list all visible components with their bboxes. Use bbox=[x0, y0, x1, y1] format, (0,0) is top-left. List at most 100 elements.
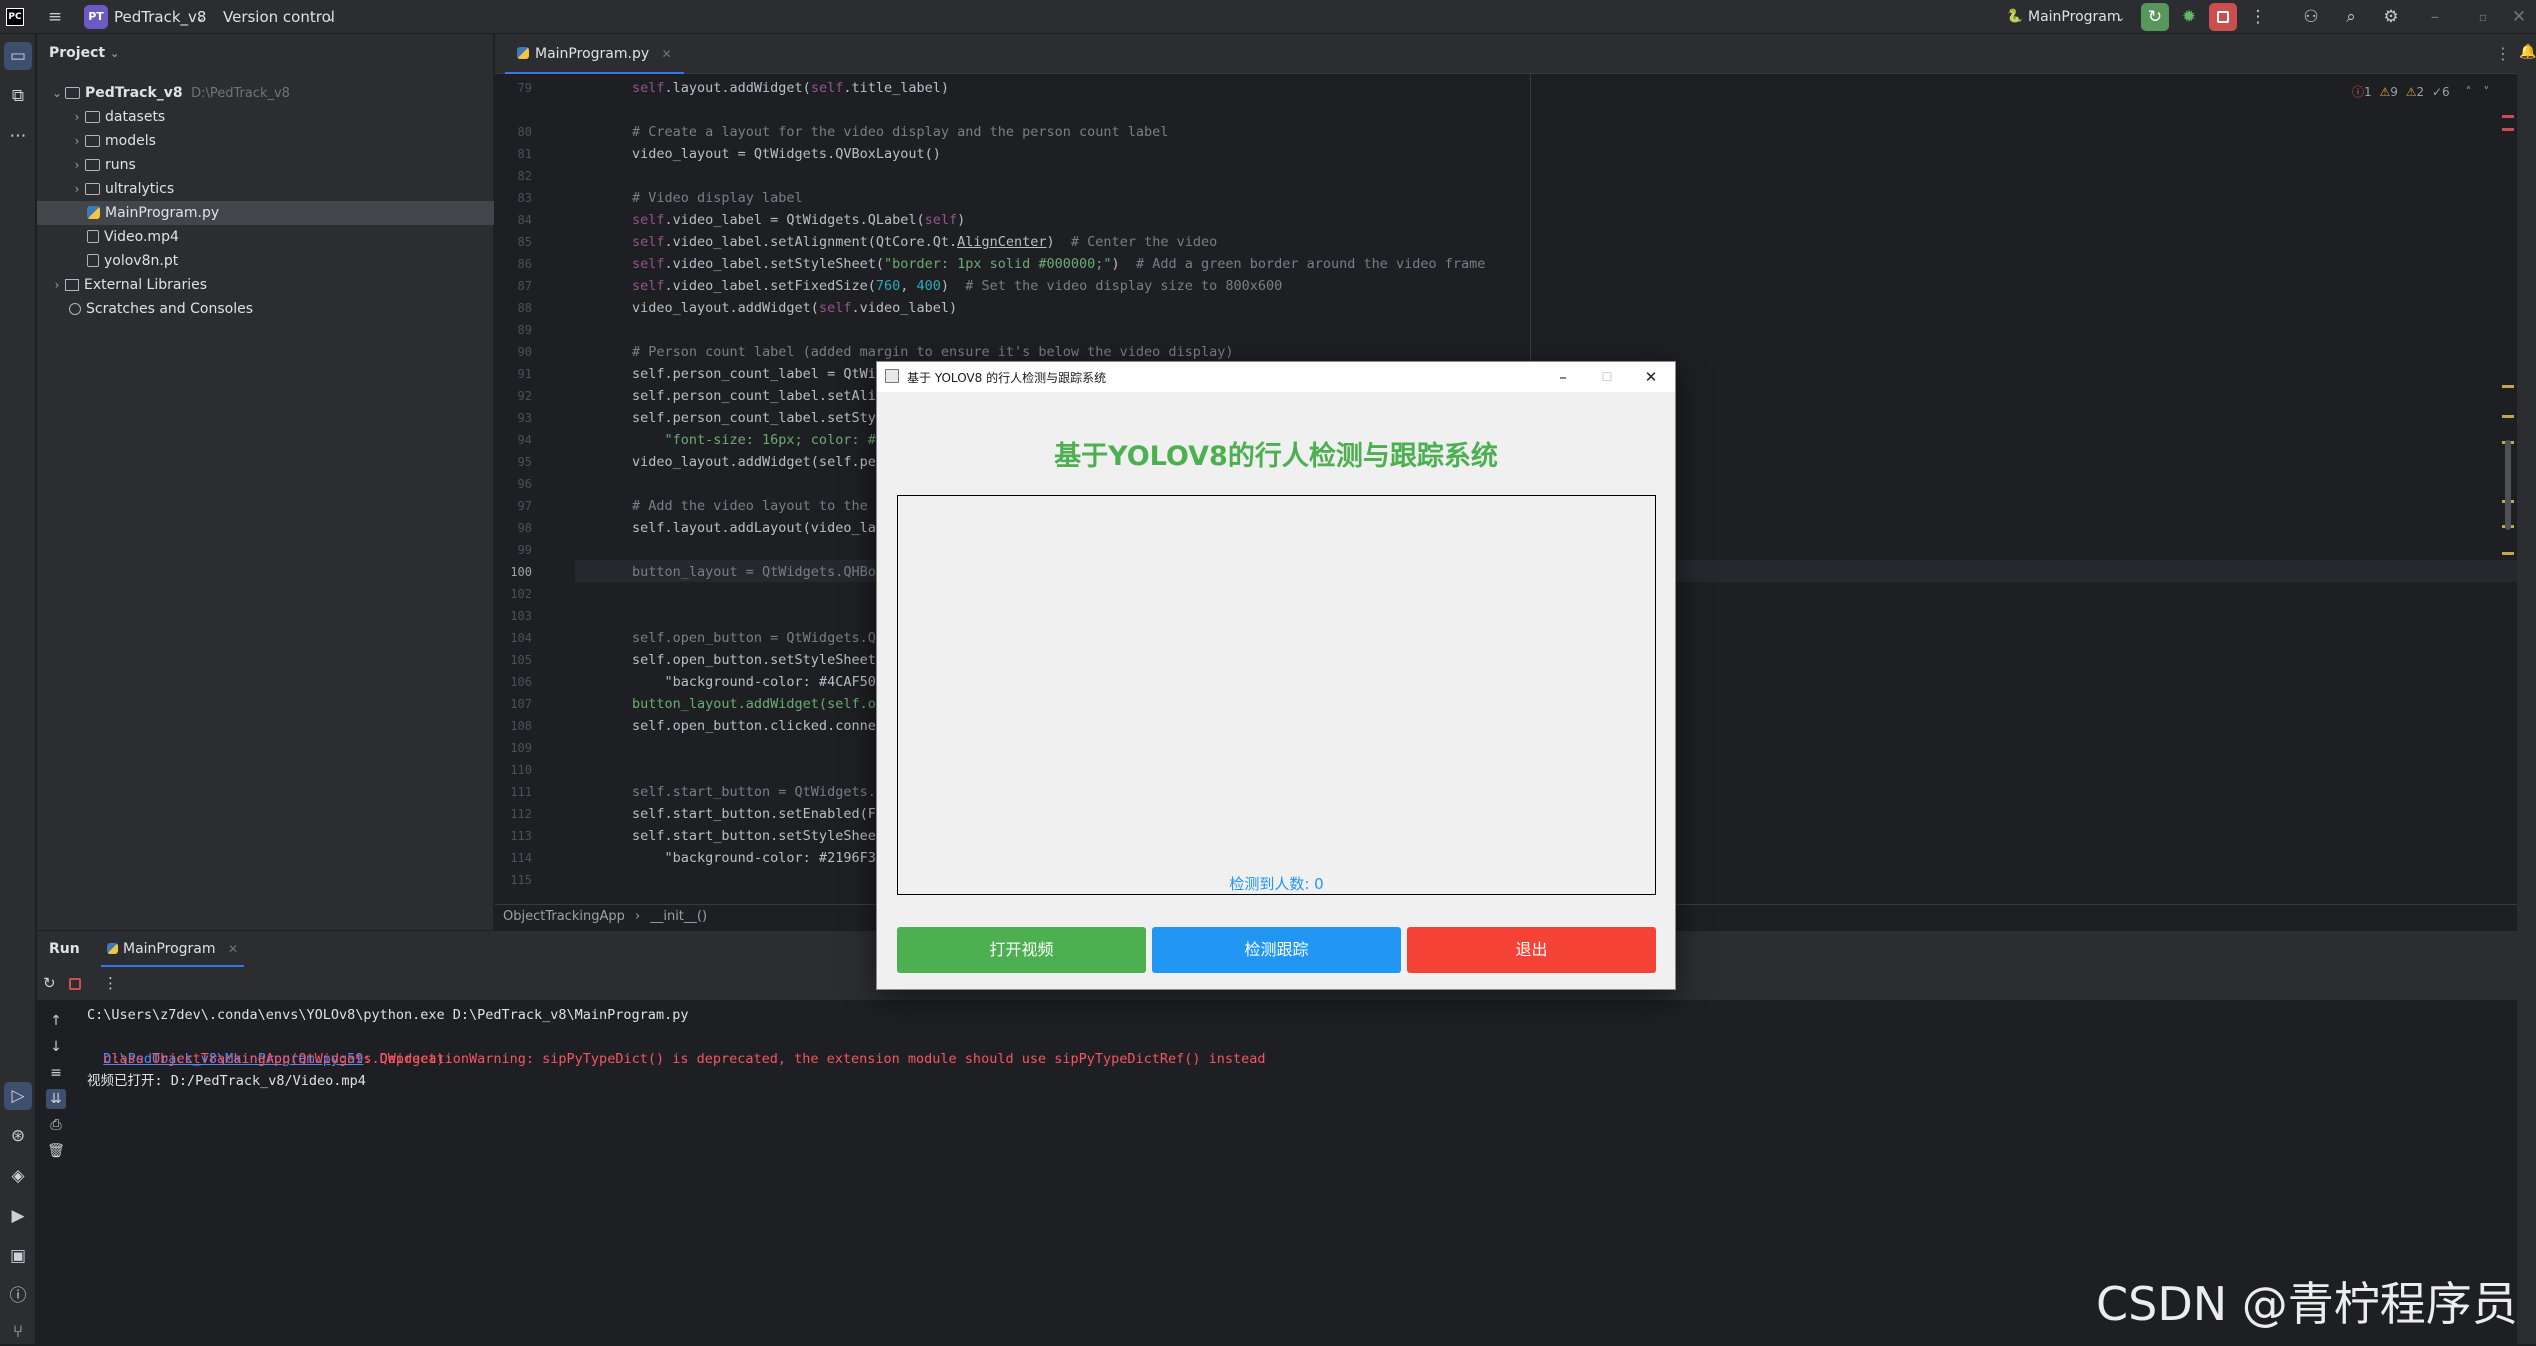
code-line[interactable]: self.video_label = QtWidgets.QLabel(self… bbox=[632, 209, 965, 231]
chevron-right-icon[interactable]: › bbox=[69, 105, 85, 129]
run-tool-icon[interactable]: ▷ bbox=[4, 1082, 32, 1110]
chevron-right-icon[interactable]: › bbox=[69, 153, 85, 177]
tree-item-scratches[interactable]: Scratches and Consoles bbox=[37, 297, 494, 321]
close-tab-icon[interactable]: ✕ bbox=[228, 942, 238, 956]
detect-track-button[interactable]: 检测跟踪 bbox=[1152, 927, 1401, 973]
chevron-down-icon[interactable]: ⌄ bbox=[326, 11, 335, 24]
chevron-down-icon[interactable]: ⌄ bbox=[110, 47, 119, 60]
add-user-icon[interactable]: ⚇ bbox=[2300, 6, 2322, 28]
stop-icon[interactable] bbox=[2209, 3, 2237, 31]
app-logo-icon[interactable]: PC bbox=[6, 8, 24, 26]
chevron-right-icon[interactable]: › bbox=[69, 129, 85, 153]
run-config-select[interactable]: MainProgram bbox=[2028, 9, 2121, 25]
close-tab-icon[interactable]: ✕ bbox=[662, 47, 672, 61]
project-panel-title[interactable]: Project ⌄ bbox=[49, 45, 119, 61]
more-vertical-icon[interactable]: ⋮ bbox=[2247, 6, 2269, 28]
chevron-down-icon[interactable]: ⌄ bbox=[2116, 11, 2125, 24]
code-line[interactable]: self.person_count_label = QtWi bbox=[632, 363, 876, 385]
run-panel-title[interactable]: Run bbox=[49, 931, 80, 967]
code-line[interactable]: self.layout.addWidget(self.title_label) bbox=[632, 77, 949, 99]
code-line[interactable]: # Video display label bbox=[632, 187, 803, 209]
code-line[interactable]: self.person_count_label.setAli bbox=[632, 385, 876, 407]
window-title-bar[interactable]: 基于 YOLOV8 的行人检测与跟踪系统 – ☐ ✕ bbox=[877, 362, 1675, 392]
code-line[interactable]: "font-size: 16px; color: #1 bbox=[632, 429, 884, 451]
code-line[interactable]: self.layout.addLayout(video_lay bbox=[632, 517, 884, 539]
chevron-down-icon[interactable]: ˅ bbox=[2483, 85, 2489, 99]
notifications-icon[interactable]: 🔔 bbox=[2519, 44, 2536, 60]
chevron-right-icon[interactable]: › bbox=[69, 177, 85, 201]
soft-wrap-icon[interactable]: ≡ bbox=[46, 1063, 66, 1083]
tree-item-yolov8n[interactable]: yolov8n.pt bbox=[37, 249, 494, 273]
code-line[interactable]: self.start_button.setEnabled(Fa bbox=[632, 803, 884, 825]
rerun-icon[interactable]: ↻ bbox=[2141, 3, 2169, 31]
more-vertical-icon[interactable]: ⋮ bbox=[103, 974, 118, 992]
chevron-right-icon[interactable]: › bbox=[49, 273, 65, 297]
tree-item-datasets[interactable]: › datasets bbox=[37, 105, 494, 129]
layers-icon[interactable]: ◈ bbox=[4, 1162, 32, 1190]
tree-item-ultralytics[interactable]: › ultralytics bbox=[37, 177, 494, 201]
code-line[interactable]: # Create a layout for the video display … bbox=[632, 121, 1168, 143]
code-line[interactable]: video_layout.addWidget(self.per bbox=[632, 451, 884, 473]
editor-scrollbar[interactable] bbox=[2505, 440, 2511, 530]
tree-root[interactable]: ⌄ PedTrack_v8 D:\PedTrack_v8 bbox=[37, 81, 494, 105]
tree-item-external-libraries[interactable]: › External Libraries bbox=[37, 273, 494, 297]
chevron-down-icon[interactable]: ⌄ bbox=[196, 11, 205, 24]
open-video-button[interactable]: 打开视频 bbox=[897, 927, 1146, 973]
chevron-up-icon[interactable]: ˄ bbox=[2465, 85, 2471, 99]
code-line[interactable]: self.video_label.setAlignment(QtCore.Qt.… bbox=[632, 231, 1217, 253]
project-tool-icon[interactable]: ▭ bbox=[4, 42, 32, 70]
more-vertical-icon[interactable]: ⋮ bbox=[2495, 44, 2511, 63]
settings-icon[interactable]: ⚙ bbox=[2380, 6, 2402, 28]
code-line[interactable]: # Add the video layout to the m bbox=[632, 495, 884, 517]
breadcrumb-class[interactable]: ObjectTrackingApp bbox=[503, 909, 625, 924]
tree-item-mainprogram[interactable]: MainProgram.py bbox=[37, 201, 494, 225]
code-line[interactable]: "background-color: #2196F3 bbox=[632, 847, 876, 869]
code-line[interactable]: "background-color: #4CAF50 bbox=[632, 671, 876, 693]
close-icon[interactable]: ✕ bbox=[1629, 362, 1673, 392]
structure-icon[interactable]: ⧉ bbox=[4, 82, 32, 110]
arrow-down-icon[interactable]: ↓ bbox=[46, 1037, 66, 1057]
project-name[interactable]: PedTrack_v8 bbox=[114, 8, 206, 26]
code-line[interactable]: # Person count label (added margin to en… bbox=[632, 341, 1233, 363]
code-line[interactable]: self.open_button.setStyleSheet( bbox=[632, 649, 884, 671]
hamburger-menu-icon[interactable]: ≡ bbox=[44, 6, 66, 28]
tree-item-runs[interactable]: › runs bbox=[37, 153, 494, 177]
code-line[interactable]: button_layout.addWidget(self.op bbox=[632, 693, 884, 715]
code-line[interactable]: button_layout = QtWidgets.QHBox bbox=[632, 561, 884, 583]
close-icon[interactable]: ✕ bbox=[2508, 6, 2530, 28]
inspection-widget[interactable]: ⓘ1 ⚠9 ⚠2 ✓6 ˄ ˅ bbox=[2352, 83, 2489, 100]
code-line[interactable]: self.open_button.clicked.connec bbox=[632, 715, 884, 737]
search-icon[interactable]: ⌕ bbox=[2340, 6, 2362, 28]
services-icon[interactable]: ▶ bbox=[4, 1202, 32, 1230]
code-line[interactable]: video_layout = QtWidgets.QVBoxLayout() bbox=[632, 143, 941, 165]
python-packages-icon[interactable]: ⊛ bbox=[4, 1122, 32, 1150]
project-badge[interactable]: PT bbox=[84, 5, 108, 29]
minimize-icon[interactable]: – bbox=[1541, 362, 1585, 392]
code-line[interactable]: self.video_label.setFixedSize(760, 400) … bbox=[632, 275, 1282, 297]
code-line[interactable]: video_layout.addWidget(self.video_label) bbox=[632, 297, 957, 319]
maximize-icon[interactable]: ▫ bbox=[2472, 6, 2494, 28]
tab-mainprogram[interactable]: MainProgram.py ✕ bbox=[505, 34, 684, 74]
minimize-icon[interactable]: – bbox=[2424, 6, 2446, 28]
tree-item-models[interactable]: › models bbox=[37, 129, 494, 153]
arrow-up-icon[interactable]: ↑ bbox=[46, 1011, 66, 1031]
debug-icon[interactable]: ✹ bbox=[2175, 3, 2203, 31]
tree-item-video[interactable]: Video.mp4 bbox=[37, 225, 494, 249]
print-icon[interactable]: ⎙ bbox=[46, 1115, 66, 1135]
code-line[interactable]: self.person_count_label.setSty bbox=[632, 407, 876, 429]
terminal-icon[interactable]: ▣ bbox=[4, 1242, 32, 1270]
code-line[interactable]: self.start_button.setStyleSheet bbox=[632, 825, 884, 847]
chevron-down-icon[interactable]: ⌄ bbox=[49, 81, 65, 105]
stop-icon[interactable] bbox=[69, 978, 81, 990]
problems-icon[interactable]: ⓘ bbox=[4, 1282, 32, 1310]
breadcrumb-method[interactable]: __init__() bbox=[650, 909, 707, 924]
trash-icon[interactable]: 🗑 bbox=[46, 1141, 66, 1161]
code-line[interactable]: self.open_button = QtWidgets.QP bbox=[632, 627, 884, 649]
exit-button[interactable]: 退出 bbox=[1407, 927, 1656, 973]
scroll-to-end-icon[interactable]: ⇊ bbox=[46, 1089, 66, 1109]
rerun-icon[interactable]: ↻ bbox=[43, 974, 56, 992]
code-line[interactable]: self.start_button = QtWidgets.Q bbox=[632, 781, 884, 803]
maximize-icon[interactable]: ☐ bbox=[1585, 362, 1629, 392]
tab-mainprogram-run[interactable]: MainProgram ✕ bbox=[101, 931, 245, 967]
code-line[interactable]: self.video_label.setStyleSheet("border: … bbox=[632, 253, 1485, 275]
